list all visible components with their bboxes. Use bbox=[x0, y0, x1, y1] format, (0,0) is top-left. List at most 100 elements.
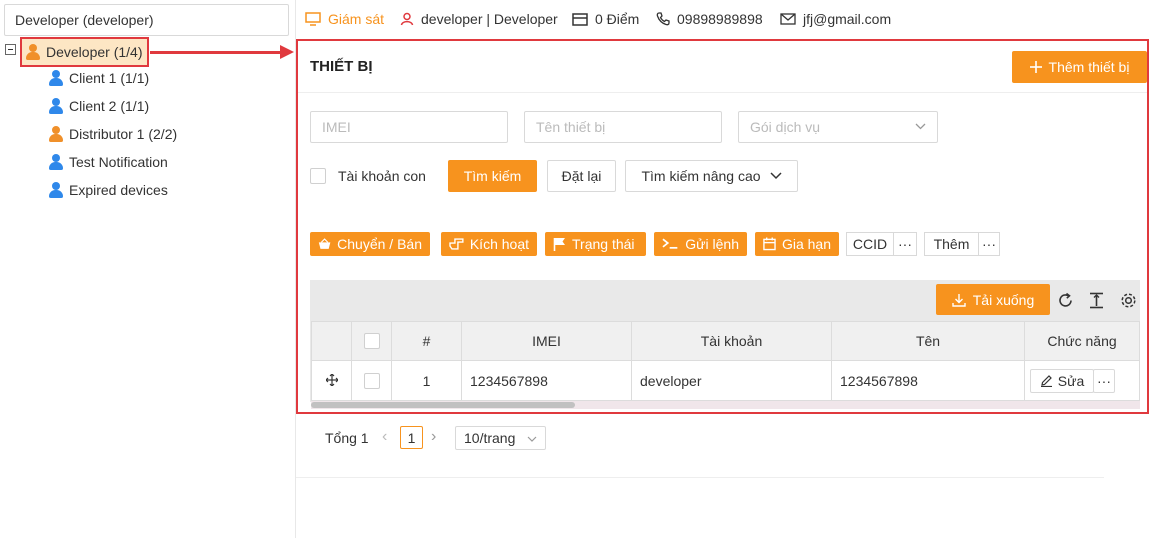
select-all-checkbox[interactable] bbox=[363, 333, 380, 349]
page-title: THIẾT BỊ bbox=[310, 58, 373, 75]
points-info: 0 Điểm bbox=[572, 11, 639, 27]
row-name: 1234567898 bbox=[831, 360, 1025, 401]
annotation-arrow-line bbox=[150, 51, 282, 54]
prev-page-button[interactable]: ‹ bbox=[382, 428, 387, 446]
sub-account-label: Tài khoản con bbox=[338, 168, 426, 184]
annotation-arrow-head bbox=[280, 45, 294, 59]
user-info[interactable]: developer | Developer bbox=[400, 11, 558, 27]
select-all-header bbox=[351, 321, 392, 361]
chevron-down-icon bbox=[527, 436, 537, 442]
add-device-label: Thêm thiết bị bbox=[1048, 59, 1130, 75]
send-command-button[interactable]: Gửi lệnh bbox=[654, 232, 747, 256]
row-more-button[interactable]: ··· bbox=[1093, 368, 1115, 393]
imei-input[interactable]: IMEI bbox=[310, 111, 508, 143]
points-label: 0 Điểm bbox=[595, 11, 640, 27]
edit-pencil-icon bbox=[1040, 375, 1052, 387]
scrollbar-thumb[interactable] bbox=[311, 402, 575, 408]
edit-label: Sửa bbox=[1057, 372, 1085, 389]
tree-node-distributor-1[interactable]: Distributor 1 (2/2) bbox=[49, 122, 177, 146]
wallet-icon bbox=[572, 12, 588, 26]
ccid-button[interactable]: CCID bbox=[846, 232, 894, 256]
ccid-more-button[interactable]: ··· bbox=[893, 232, 917, 256]
settings-gear-icon[interactable] bbox=[1120, 292, 1137, 309]
chevron-down-icon bbox=[915, 123, 926, 130]
more-button[interactable]: Thêm bbox=[924, 232, 979, 256]
service-package-select[interactable]: Gói dịch vụ bbox=[738, 111, 938, 143]
device-table-area: Tải xuống # IMEI Tài khoản Tên Chức năng bbox=[310, 280, 1140, 409]
activate-button[interactable]: Kích hoạt bbox=[441, 232, 537, 256]
tree-node-client-1[interactable]: Client 1 (1/1) bbox=[49, 66, 149, 90]
renew-label: Gia hạn bbox=[781, 236, 831, 252]
plus-icon bbox=[1029, 61, 1042, 73]
user-orange-icon bbox=[26, 44, 40, 60]
mail-icon bbox=[780, 13, 796, 25]
calendar-icon bbox=[763, 237, 776, 251]
activate-label: Kích hoạt bbox=[469, 236, 529, 252]
sub-account-checkbox[interactable] bbox=[310, 168, 326, 184]
search-button[interactable]: Tìm kiếm bbox=[448, 160, 537, 192]
column-header[interactable]: Tài khoản bbox=[631, 321, 832, 361]
reset-button[interactable]: Đặt lại bbox=[547, 160, 616, 192]
table-header-row: # IMEI Tài khoản Tên Chức năng bbox=[311, 321, 1140, 361]
tree-node-label: Test Notification bbox=[69, 154, 168, 170]
monitor-label: Giám sát bbox=[328, 11, 385, 27]
phone-info: 09898989898 bbox=[656, 11, 763, 27]
phone-label: 09898989898 bbox=[677, 11, 763, 27]
device-panel: THIẾT BỊ Thêm thiết bị IMEI Tên thiết bị… bbox=[296, 39, 1149, 414]
phone-icon bbox=[656, 12, 670, 26]
row-select-cell bbox=[351, 360, 392, 401]
terminal-icon bbox=[662, 238, 678, 249]
user-orange-icon bbox=[49, 126, 63, 142]
device-name-input[interactable]: Tên thiết bị bbox=[524, 111, 722, 143]
tree-node-label: Developer (1/4) bbox=[46, 44, 143, 60]
drag-column-header bbox=[311, 321, 352, 361]
monitor-link[interactable]: Giám sát bbox=[305, 11, 384, 27]
status-button[interactable]: Trạng thái bbox=[545, 232, 646, 256]
tree-node-expired-devices[interactable]: Expired devices bbox=[49, 178, 168, 202]
table-row: 1 1234567898 developer 1234567898 Sửa ··… bbox=[311, 360, 1140, 401]
edit-button[interactable]: Sửa bbox=[1030, 368, 1094, 393]
device-table: # IMEI Tài khoản Tên Chức năng 1 1234567… bbox=[311, 321, 1140, 401]
account-tree-panel: Developer (developer) Developer (1/4) Cl… bbox=[0, 0, 296, 538]
tree-node-test-notification[interactable]: Test Notification bbox=[49, 150, 168, 174]
add-device-button[interactable]: Thêm thiết bị bbox=[1012, 51, 1147, 83]
column-height-icon[interactable] bbox=[1089, 292, 1104, 309]
row-imei: 1234567898 bbox=[461, 360, 632, 401]
user-label: developer | Developer bbox=[421, 11, 558, 27]
column-header[interactable]: IMEI bbox=[461, 321, 632, 361]
user-blue-icon bbox=[49, 98, 63, 114]
email-info: jfj@gmail.com bbox=[780, 11, 891, 27]
monitor-icon bbox=[305, 12, 321, 26]
user-icon bbox=[400, 12, 414, 26]
column-header[interactable]: # bbox=[391, 321, 462, 361]
drag-move-icon[interactable] bbox=[324, 372, 339, 387]
transfer-sell-button[interactable]: Chuyển / Bán bbox=[310, 232, 430, 256]
column-header[interactable]: Tên bbox=[831, 321, 1025, 361]
service-package-placeholder: Gói dịch vụ bbox=[750, 119, 821, 135]
user-blue-icon bbox=[49, 182, 63, 198]
advanced-search-button[interactable]: Tìm kiếm nâng cao bbox=[625, 160, 798, 192]
refresh-icon[interactable] bbox=[1057, 292, 1074, 309]
page-number-current[interactable]: 1 bbox=[400, 426, 423, 449]
more-options-button[interactable]: ··· bbox=[978, 232, 1000, 256]
row-account: developer bbox=[631, 360, 832, 401]
status-label: Trạng thái bbox=[572, 236, 635, 252]
divider bbox=[298, 92, 1147, 93]
tree-node-root[interactable]: Developer (1/4) bbox=[20, 37, 149, 67]
collapse-toggle-icon[interactable] bbox=[5, 44, 16, 55]
advanced-search-label: Tìm kiếm nâng cao bbox=[641, 168, 761, 184]
email-label: jfj@gmail.com bbox=[803, 11, 892, 27]
tree-node-client-2[interactable]: Client 2 (1/1) bbox=[49, 94, 149, 118]
basket-icon bbox=[318, 238, 331, 249]
renew-button[interactable]: Gia hạn bbox=[755, 232, 839, 256]
transfer-sell-label: Chuyển / Bán bbox=[337, 236, 422, 252]
page-size-select[interactable]: 10/trang bbox=[455, 426, 546, 450]
next-page-button[interactable]: › bbox=[431, 428, 436, 446]
drag-cell[interactable] bbox=[311, 360, 352, 401]
horizontal-scrollbar[interactable] bbox=[311, 401, 1140, 409]
row-index: 1 bbox=[391, 360, 462, 401]
user-blue-icon bbox=[49, 70, 63, 86]
account-selector[interactable]: Developer (developer) bbox=[4, 4, 289, 36]
download-button[interactable]: Tải xuống bbox=[936, 284, 1050, 315]
row-checkbox[interactable] bbox=[363, 372, 380, 389]
